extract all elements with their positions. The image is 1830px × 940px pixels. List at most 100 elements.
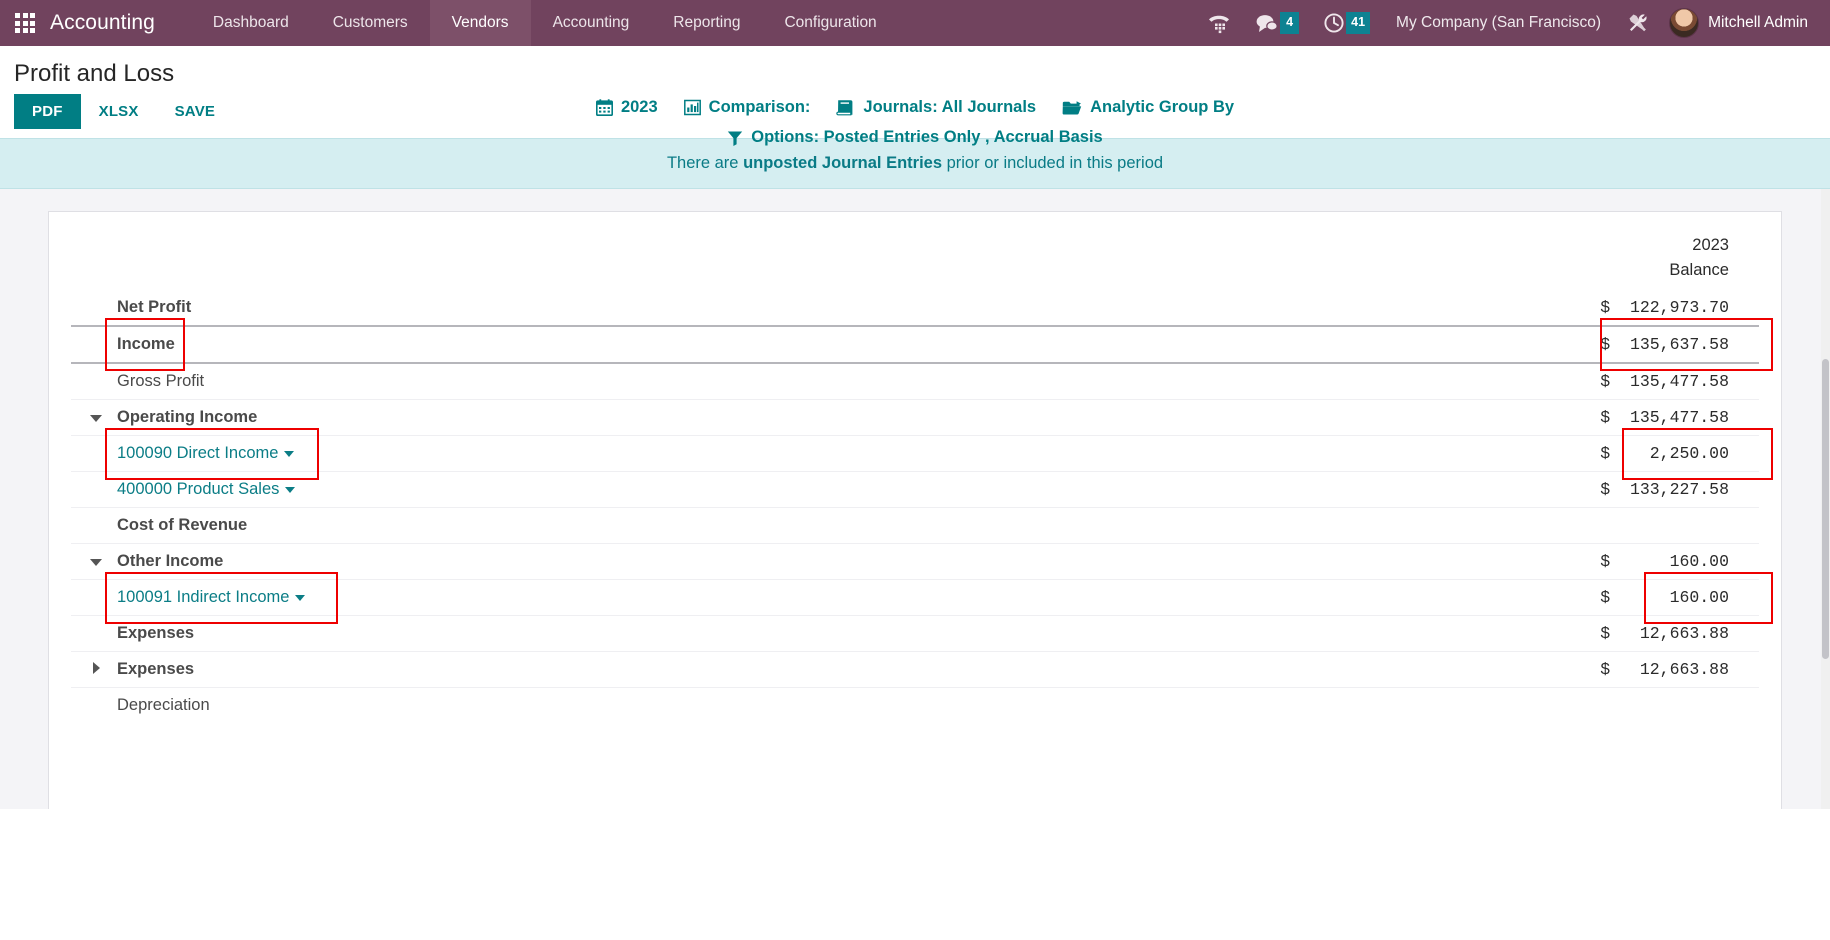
chevron-down-icon[interactable] bbox=[284, 450, 295, 457]
row-label: Income bbox=[117, 335, 175, 353]
table-row[interactable]: Cost of Revenue bbox=[71, 507, 1759, 544]
row-amount: $ 122,973.70 bbox=[1600, 298, 1729, 317]
menu-reporting[interactable]: Reporting bbox=[651, 0, 762, 46]
row-label: Net Profit bbox=[117, 298, 192, 316]
user-avatar bbox=[1669, 8, 1700, 38]
account-link[interactable]: 100090 Direct Income bbox=[117, 444, 278, 462]
row-label: Operating Income bbox=[117, 408, 258, 426]
table-row[interactable]: Net Profit $ 122,973.70 bbox=[71, 290, 1759, 326]
row-amount: $ 135,477.58 bbox=[1600, 372, 1729, 391]
row-caret-placeholder bbox=[71, 472, 117, 508]
report-header-group: 2023 Balance bbox=[71, 230, 1759, 290]
vertical-scrollbar[interactable] bbox=[1821, 189, 1830, 809]
row-amount: $ 133,227.58 bbox=[1600, 480, 1729, 499]
filter-date-label: 2023 bbox=[620, 98, 658, 116]
table-row[interactable]: Expenses $ 12,663.88 bbox=[71, 651, 1759, 688]
row-amount: $ 135,477.58 bbox=[1600, 408, 1729, 427]
menu-dashboard[interactable]: Dashboard bbox=[191, 0, 311, 46]
menu-vendors[interactable]: Vendors bbox=[429, 0, 531, 46]
row-label: Expenses bbox=[117, 624, 195, 642]
export-buttons: PDF XLSX SAVE bbox=[14, 92, 233, 129]
table-row[interactable]: Operating Income $ 135,477.58 bbox=[71, 399, 1759, 436]
table-row[interactable]: Depreciation bbox=[71, 687, 1759, 724]
table-row[interactable]: Income $ 135,637.58 bbox=[71, 326, 1759, 363]
account-link[interactable]: 400000 Product Sales bbox=[117, 480, 279, 498]
activities-count-badge: 41 bbox=[1346, 12, 1371, 34]
row-amount bbox=[1519, 688, 1759, 724]
expand-caret-down-icon[interactable] bbox=[71, 400, 117, 436]
page-title: Profit and Loss bbox=[14, 60, 175, 87]
user-name-label: Mitchell Admin bbox=[1708, 14, 1808, 31]
chevron-down-icon[interactable] bbox=[285, 486, 296, 493]
systray: 4 41 My Company (San Francisco) Mitchell… bbox=[1195, 0, 1830, 46]
messages-count-badge: 4 bbox=[1280, 12, 1300, 34]
scrollbar-thumb[interactable] bbox=[1822, 359, 1829, 659]
profit-and-loss-table: 2023 Balance Net Profit $ 122,973.70 Incom… bbox=[71, 230, 1759, 723]
account-link[interactable]: 100091 Indirect Income bbox=[117, 588, 289, 606]
row-label[interactable]: 400000 Product Sales bbox=[117, 472, 1519, 508]
calendar-icon bbox=[595, 99, 613, 116]
activities-counter[interactable]: 41 bbox=[1311, 0, 1382, 46]
wrench-tools-icon[interactable] bbox=[1615, 0, 1661, 46]
menu-accounting[interactable]: Accounting bbox=[531, 0, 652, 46]
row-caret-placeholder bbox=[71, 326, 117, 363]
table-row[interactable]: Gross Profit $ 135,477.58 bbox=[71, 363, 1759, 400]
table-row[interactable]: 400000 Product Sales $ 133,227.58 bbox=[71, 471, 1759, 508]
xlsx-export-button[interactable]: XLSX bbox=[81, 94, 157, 129]
row-amount: $ 135,637.58 bbox=[1600, 335, 1729, 354]
control-panel-row: PDF XLSX SAVE 2023 Comparison: Journals:… bbox=[0, 92, 1830, 146]
bar-chart-icon bbox=[683, 99, 701, 116]
phone-dialpad-icon[interactable] bbox=[1195, 0, 1243, 46]
filter-options-label: Options: Posted Entries Only , Accrual B… bbox=[751, 128, 1103, 146]
row-caret-placeholder bbox=[71, 508, 117, 544]
row-amount: $ 160.00 bbox=[1600, 588, 1729, 607]
table-row[interactable]: 100091 Indirect Income $ 160.00 bbox=[71, 579, 1759, 616]
clock-icon bbox=[1324, 13, 1344, 33]
expand-caret-right-icon[interactable] bbox=[71, 652, 117, 688]
report-header-year: 2023 bbox=[71, 230, 1759, 258]
expand-caret-down-icon[interactable] bbox=[71, 544, 117, 580]
row-caret-placeholder bbox=[71, 616, 117, 652]
pdf-export-button[interactable]: PDF bbox=[14, 94, 81, 129]
row-label: Gross Profit bbox=[117, 372, 205, 390]
table-row[interactable]: Expenses $ 12,663.88 bbox=[71, 615, 1759, 652]
report-sheet-background: 2023 Balance Net Profit $ 122,973.70 Incom… bbox=[0, 189, 1830, 809]
filter-journals[interactable]: Journals: All Journals bbox=[836, 98, 1036, 117]
table-row[interactable]: Other Income $ 160.00 bbox=[71, 543, 1759, 580]
row-label[interactable]: 100090 Direct Income bbox=[117, 436, 1519, 472]
row-caret-placeholder bbox=[71, 363, 117, 400]
filters-row-options: Options: Posted Entries Only , Accrual B… bbox=[727, 119, 1103, 149]
alert-text-suffix: prior or included in this period bbox=[942, 154, 1164, 172]
table-row[interactable]: 100090 Direct Income $ 2,250.00 bbox=[71, 435, 1759, 472]
filter-comparison[interactable]: Comparison: bbox=[683, 98, 810, 117]
report-header-balance: Balance bbox=[71, 258, 1759, 290]
apps-grid-icon[interactable] bbox=[0, 0, 50, 46]
chevron-down-icon[interactable] bbox=[295, 594, 306, 601]
menu-customers[interactable]: Customers bbox=[311, 0, 430, 46]
filter-options[interactable]: Options: Posted Entries Only , Accrual B… bbox=[727, 128, 1103, 147]
save-button[interactable]: SAVE bbox=[157, 94, 234, 129]
row-amount: $ 160.00 bbox=[1600, 552, 1729, 571]
chat-bubble-icon bbox=[1256, 15, 1278, 32]
row-label: Cost of Revenue bbox=[117, 516, 248, 534]
alert-text-bold: unposted Journal Entries bbox=[743, 154, 943, 172]
filter-date-period[interactable]: 2023 bbox=[595, 98, 658, 117]
filter-analytic-group-by[interactable]: Analytic Group By bbox=[1062, 98, 1234, 117]
book-icon bbox=[836, 100, 853, 116]
control-panel: Profit and Loss PDF XLSX SAVE 2023 Compa… bbox=[0, 46, 1830, 146]
report-body: Net Profit $ 122,973.70 Income $ 135,637.58… bbox=[71, 290, 1759, 723]
company-selector[interactable]: My Company (San Francisco) bbox=[1382, 14, 1615, 32]
row-caret-placeholder bbox=[71, 436, 117, 472]
menu-configuration[interactable]: Configuration bbox=[762, 0, 898, 46]
row-amount bbox=[1519, 508, 1759, 544]
filter-analytic-label: Analytic Group By bbox=[1090, 98, 1235, 116]
folder-open-icon bbox=[1062, 100, 1082, 114]
user-menu[interactable]: Mitchell Admin bbox=[1661, 8, 1820, 38]
messages-counter[interactable]: 4 bbox=[1243, 0, 1311, 46]
alert-text-prefix: There are bbox=[666, 154, 744, 172]
column-header-balance: Balance bbox=[1669, 261, 1729, 279]
row-label: Depreciation bbox=[117, 696, 210, 714]
row-amount: $ 12,663.88 bbox=[1600, 624, 1729, 643]
row-label[interactable]: 100091 Indirect Income bbox=[117, 580, 1519, 616]
app-brand-accounting[interactable]: Accounting bbox=[50, 11, 165, 35]
